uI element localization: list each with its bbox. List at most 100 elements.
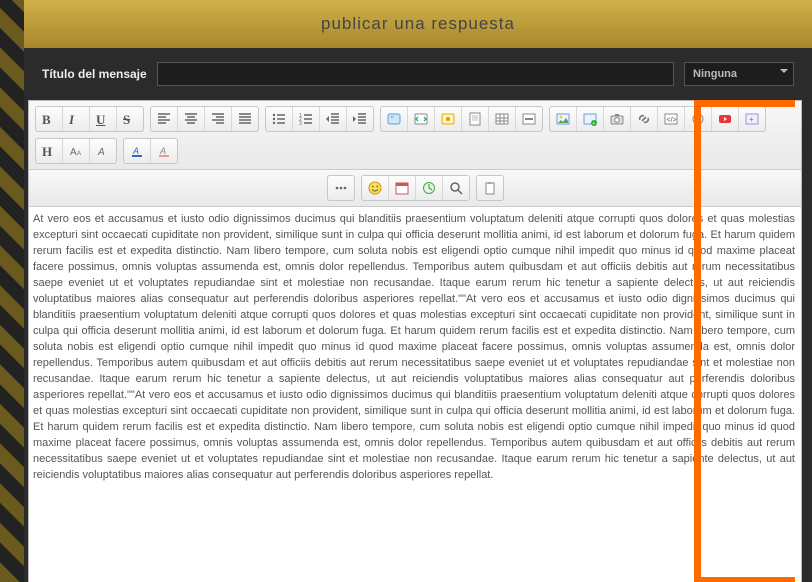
ordered-list-button[interactable]: 123 bbox=[293, 107, 320, 131]
embed-button[interactable]: </> bbox=[658, 107, 685, 131]
unordered-list-button[interactable] bbox=[266, 107, 293, 131]
link-button[interactable] bbox=[631, 107, 658, 131]
heading-icon: H bbox=[42, 144, 56, 158]
note-button[interactable] bbox=[462, 107, 489, 131]
hr-button[interactable] bbox=[516, 107, 542, 131]
underline-icon: U bbox=[96, 112, 110, 126]
panel-header: publicar una respuesta bbox=[24, 0, 812, 48]
quote-icon: ” bbox=[387, 112, 401, 126]
italic-button[interactable]: I bbox=[63, 107, 90, 131]
toolbar-group-clipboard bbox=[476, 175, 504, 201]
align-justify-icon bbox=[238, 112, 252, 126]
screenshot-button[interactable] bbox=[604, 107, 631, 131]
youtube-button[interactable] bbox=[712, 107, 739, 131]
chevron-down-icon bbox=[780, 69, 788, 77]
font-size-button[interactable]: AA bbox=[63, 139, 90, 163]
quote-button[interactable]: ” bbox=[381, 107, 408, 131]
align-left-icon bbox=[157, 112, 171, 126]
spoiler-icon bbox=[441, 112, 455, 126]
title-input[interactable] bbox=[157, 62, 674, 86]
image-icon bbox=[556, 112, 570, 126]
fontcolor-icon: A bbox=[130, 144, 144, 158]
camera-icon bbox=[610, 112, 624, 126]
svg-text:A: A bbox=[159, 146, 166, 156]
editor-text: At vero eos et accusamus et iusto odio d… bbox=[33, 213, 795, 481]
toolbar-row-2 bbox=[29, 170, 801, 207]
align-right-icon bbox=[211, 112, 225, 126]
bold-icon: B bbox=[42, 112, 56, 126]
svg-text:”: ” bbox=[391, 115, 394, 124]
emoji-icon bbox=[368, 181, 382, 195]
svg-text:3: 3 bbox=[299, 121, 302, 126]
toolbar-group-extras bbox=[327, 175, 355, 201]
highlight-color-button[interactable]: A bbox=[151, 139, 177, 163]
heading-button[interactable]: H bbox=[36, 139, 63, 163]
hr-icon bbox=[522, 112, 536, 126]
indent-icon bbox=[353, 112, 367, 126]
more-button[interactable] bbox=[328, 176, 354, 200]
editor: BIUS123”+</>+HAAAAA At vero eos et accus… bbox=[28, 100, 802, 582]
toolbar-group-list: 123 bbox=[265, 106, 374, 132]
icon-select-value: Ninguna bbox=[684, 62, 794, 86]
toolbar-group-heading: HAAA bbox=[35, 138, 117, 164]
indent-button[interactable] bbox=[347, 107, 373, 131]
anchor-button[interactable] bbox=[685, 107, 712, 131]
toolbar-row-1: BIUS123”+</>+HAAAAA bbox=[29, 101, 801, 170]
image-button[interactable] bbox=[550, 107, 577, 131]
mediaplus-icon: + bbox=[745, 112, 759, 126]
youtube-icon bbox=[718, 112, 732, 126]
toolbar-group-color: AA bbox=[123, 138, 178, 164]
media-plus-button[interactable]: + bbox=[739, 107, 765, 131]
date-icon bbox=[395, 181, 409, 195]
toolbar-group-insert1: ” bbox=[380, 106, 543, 132]
svg-text:A: A bbox=[97, 147, 105, 158]
icon-select[interactable]: Ninguna bbox=[684, 62, 794, 86]
align-center-icon bbox=[184, 112, 198, 126]
code-button[interactable] bbox=[408, 107, 435, 131]
time-button[interactable] bbox=[416, 176, 443, 200]
fontfam-icon: A bbox=[96, 144, 110, 158]
list-ul-icon bbox=[272, 112, 286, 126]
image2-icon: + bbox=[583, 112, 597, 126]
hilite-icon: A bbox=[157, 144, 171, 158]
font-color-button[interactable]: A bbox=[124, 139, 151, 163]
toolbar-group-align bbox=[150, 106, 259, 132]
title-row: Título del mensaje Ninguna bbox=[24, 48, 812, 100]
svg-text:</>: </> bbox=[667, 117, 677, 124]
note-icon bbox=[468, 112, 482, 126]
font-family-button[interactable]: A bbox=[90, 139, 116, 163]
align-left-button[interactable] bbox=[151, 107, 178, 131]
table-icon bbox=[495, 112, 509, 126]
panel-title: publicar una respuesta bbox=[321, 14, 515, 34]
strike-button[interactable]: S bbox=[117, 107, 143, 131]
bold-button[interactable]: B bbox=[36, 107, 63, 131]
anchor-icon bbox=[691, 112, 705, 126]
align-justify-button[interactable] bbox=[232, 107, 258, 131]
align-center-button[interactable] bbox=[178, 107, 205, 131]
emoji-button[interactable] bbox=[362, 176, 389, 200]
left-decor bbox=[0, 0, 24, 582]
svg-text:A: A bbox=[70, 147, 77, 158]
outdent-icon bbox=[326, 112, 340, 126]
table-button[interactable] bbox=[489, 107, 516, 131]
italic-icon: I bbox=[69, 112, 83, 126]
list-ol-icon: 123 bbox=[299, 112, 313, 126]
svg-text:A: A bbox=[132, 146, 139, 156]
svg-text:+: + bbox=[749, 115, 754, 124]
underline-button[interactable]: U bbox=[90, 107, 117, 131]
toolbar-group-media: + </> + bbox=[549, 106, 766, 132]
paste-button[interactable] bbox=[477, 176, 503, 200]
spoiler-button[interactable] bbox=[435, 107, 462, 131]
image-host-button[interactable]: + bbox=[577, 107, 604, 131]
search-icon bbox=[449, 181, 463, 195]
svg-text:A: A bbox=[77, 151, 81, 157]
toolbar-group-emoji bbox=[361, 175, 470, 201]
editor-content[interactable]: At vero eos et accusamus et iusto odio d… bbox=[29, 207, 801, 582]
time-icon bbox=[422, 181, 436, 195]
search-button[interactable] bbox=[443, 176, 469, 200]
date-button[interactable] bbox=[389, 176, 416, 200]
align-right-button[interactable] bbox=[205, 107, 232, 131]
svg-text:+: + bbox=[592, 121, 595, 126]
code-icon bbox=[414, 112, 428, 126]
outdent-button[interactable] bbox=[320, 107, 347, 131]
